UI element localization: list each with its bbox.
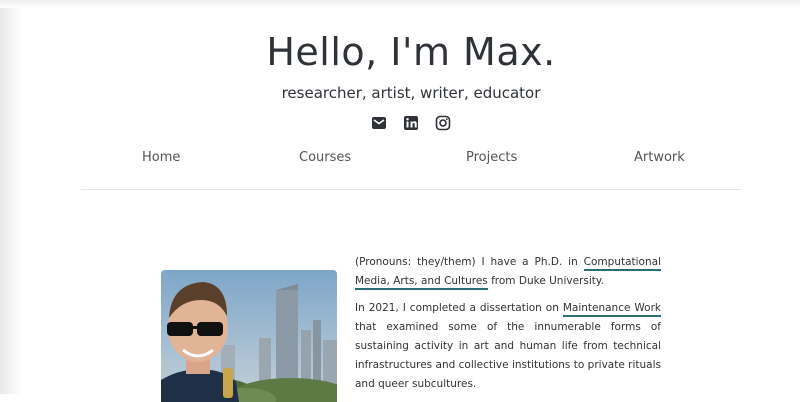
instagram-icon[interactable] [434,114,452,132]
header-divider [81,189,741,190]
linkedin-icon[interactable] [402,114,420,132]
nav-projects[interactable]: Projects [466,150,517,165]
bio-text: (Pronouns: they/them) I have a Ph.D. in … [355,253,661,402]
bio-p1-text: (Pronouns: they/them) I have a Ph.D. in [355,256,584,268]
bio-paragraph-1: (Pronouns: they/them) I have a Ph.D. in … [355,253,661,291]
email-icon[interactable] [370,114,388,132]
page-title: Hello, I'm Max. [266,30,556,74]
page-left-shadow [0,0,22,394]
bio-p2-text-end: that examined some of the innumerable fo… [355,321,661,390]
bio-paragraph-2: In 2021, I completed a dissertation on M… [355,299,661,394]
nav-home[interactable]: Home [142,150,180,165]
social-links [22,114,800,132]
nav-courses[interactable]: Courses [299,150,351,165]
page-subtitle: researcher, artist, writer, educator [281,84,541,102]
profile-photo [161,270,337,402]
bio-p2-text: In 2021, I completed a dissertation on [355,302,563,314]
nav-artwork[interactable]: Artwork [634,150,685,165]
page-top-shadow [0,0,800,8]
page-container: Hello, I'm Max. researcher, artist, writ… [22,8,800,402]
link-maintenance-work[interactable]: Maintenance Work [562,302,661,317]
bio-p1-text-end: from Duke University. [487,275,604,287]
